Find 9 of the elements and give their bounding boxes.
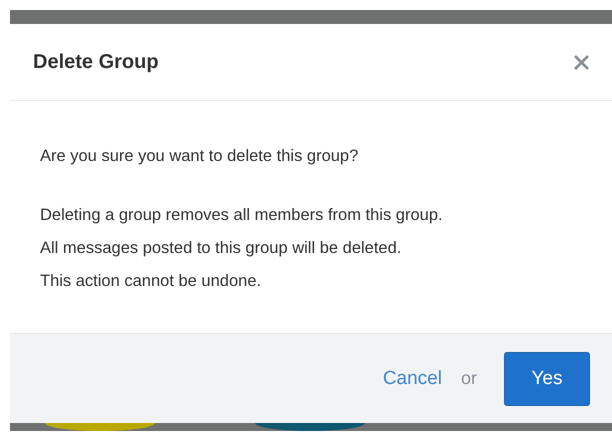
cancel-link[interactable]: Cancel — [382, 368, 442, 390]
warning-text: All messages posted to this group will be deleted. — [40, 238, 402, 259]
warning-text: This action cannot be undone. — [40, 271, 262, 292]
confirm-question: Are you sure you want to delete this group? — [40, 146, 360, 167]
yes-button[interactable]: Yes — [504, 352, 590, 406]
close-icon[interactable] — [574, 54, 589, 70]
warning-text: Deleting a group removes all members from this group. — [40, 205, 444, 226]
dialog-title: Delete Group — [33, 50, 159, 74]
or-text: or — [460, 368, 477, 389]
